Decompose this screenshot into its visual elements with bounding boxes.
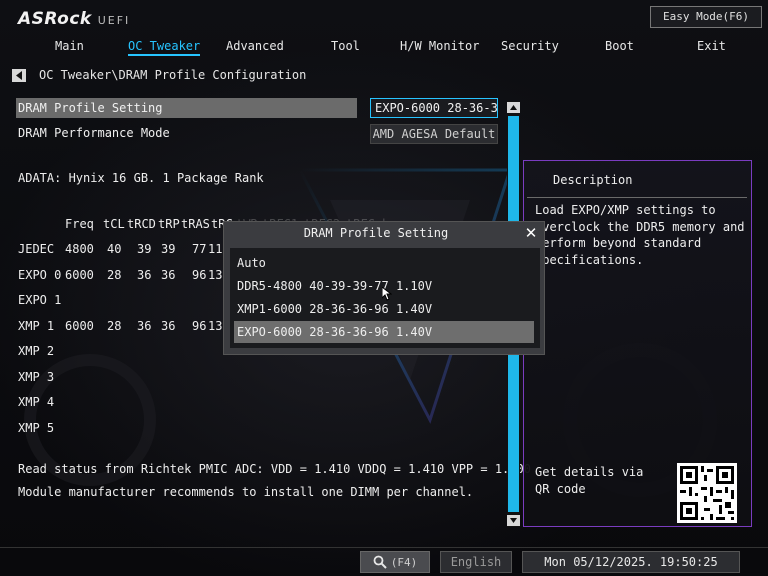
scroll-up-icon: [510, 105, 517, 110]
col-header-trp: tRP: [158, 217, 180, 231]
description-divider: [527, 197, 747, 198]
cell-jedec-tras: 77: [192, 242, 207, 256]
cell-xmp1-trp: 36: [161, 319, 176, 333]
qr-label: Get details via QR code: [535, 465, 644, 496]
scroll-down-icon: [510, 518, 517, 523]
col-header-tras: tRAS: [181, 217, 210, 231]
cell-jedec-freq: 4800: [65, 242, 94, 256]
search-button[interactable]: (F4): [360, 551, 430, 573]
dram-performance-mode-label[interactable]: DRAM Performance Mode: [18, 126, 170, 140]
dimm-recommendation: Module manufacturer recommends to instal…: [18, 485, 474, 499]
popup-title: DRAM Profile Setting: [303, 226, 449, 240]
cell-expo0-tcl: 28: [107, 268, 122, 282]
tab-main[interactable]: Main: [55, 39, 84, 53]
scroll-up-button[interactable]: [507, 102, 520, 113]
dram-performance-mode-value[interactable]: AMD AGESA Default: [370, 124, 498, 144]
pmic-status: Read status from Richtek PMIC ADC: VDD =…: [18, 462, 531, 476]
row-name-xmp4: XMP 4: [18, 395, 55, 409]
dram-profile-setting-label[interactable]: DRAM Profile Setting: [18, 101, 163, 115]
description-text: Load EXPO/XMP settings to overclock the …: [535, 203, 745, 267]
col-header-trcd: tRCD: [127, 217, 156, 231]
footer-divider: [0, 547, 768, 548]
easy-mode-button[interactable]: Easy Mode(F6): [650, 6, 762, 28]
col-header-tcl: tCL: [103, 217, 125, 231]
asrock-logo: ASRock UEFI: [18, 9, 130, 29]
popup-close-button[interactable]: ✕: [521, 225, 541, 241]
scroll-down-button[interactable]: [507, 515, 520, 526]
search-shortcut: (F4): [390, 555, 418, 569]
popup-option-xmp1-6000[interactable]: XMP1-6000 28-36-36-96 1.40V: [234, 298, 534, 320]
tab-exit[interactable]: Exit: [697, 39, 726, 53]
back-button[interactable]: [12, 68, 26, 82]
close-icon: ✕: [524, 224, 538, 242]
tab-tool[interactable]: Tool: [331, 39, 360, 53]
cell-expo0-trp: 36: [161, 268, 176, 282]
tab-advanced[interactable]: Advanced: [226, 39, 284, 53]
logo-text: ASRock: [18, 9, 92, 29]
cell-jedec-trcd: 39: [137, 242, 152, 256]
tab-hw-monitor[interactable]: H/W Monitor: [400, 39, 479, 53]
cell-xmp1-tcl: 28: [107, 319, 122, 333]
cell-expo0-freq: 6000: [65, 268, 94, 282]
row-name-expo1: EXPO 1: [18, 293, 62, 307]
back-arrow-icon: [16, 70, 22, 80]
cell-jedec-tcl: 40: [107, 242, 122, 256]
popup-option-auto[interactable]: Auto: [234, 252, 534, 274]
tab-security[interactable]: Security: [501, 39, 559, 53]
memory-info: ADATA: Hynix 16 GB. 1 Package Rank: [18, 171, 264, 185]
breadcrumb-path: OC Tweaker\DRAM Profile Configuration: [39, 68, 307, 82]
search-icon: [373, 555, 387, 569]
row-name-expo0: EXPO 0: [18, 268, 62, 282]
row-name-jedec: JEDEC: [18, 242, 55, 256]
cell-xmp1-freq: 6000: [65, 319, 94, 333]
col-header-freq: Freq: [65, 217, 94, 231]
row-name-xmp1: XMP 1: [18, 319, 55, 333]
cell-expo0-tras: 96: [192, 268, 207, 282]
description-title: Description: [553, 173, 633, 187]
datetime-display: Mon 05/12/2025. 19:50:25: [522, 551, 740, 573]
popup-option-expo-6000[interactable]: EXPO-6000 28-36-36-96 1.40V: [234, 321, 534, 343]
qr-code-graphic: [680, 466, 734, 520]
language-button[interactable]: English: [440, 551, 512, 573]
breadcrumb: OC Tweaker\DRAM Profile Configuration: [12, 68, 306, 82]
tab-boot[interactable]: Boot: [605, 39, 634, 53]
cell-expo0-trcd: 36: [137, 268, 152, 282]
cell-jedec-trp: 39: [161, 242, 176, 256]
row-name-xmp3: XMP 3: [18, 370, 55, 384]
row-name-xmp2: XMP 2: [18, 344, 55, 358]
tab-oc-tweaker[interactable]: OC Tweaker: [128, 39, 201, 56]
qr-code: [677, 463, 737, 523]
dram-profile-setting-value[interactable]: EXPO-6000 28-36-3...: [370, 98, 498, 118]
cell-xmp1-tras: 96: [192, 319, 207, 333]
cell-xmp1-trcd: 36: [137, 319, 152, 333]
row-name-xmp5: XMP 5: [18, 421, 55, 435]
top-nav: Main OC Tweaker Advanced Tool H/W Monito…: [0, 39, 768, 57]
uefi-label: UEFI: [97, 14, 131, 27]
mouse-cursor-icon: [382, 287, 392, 301]
